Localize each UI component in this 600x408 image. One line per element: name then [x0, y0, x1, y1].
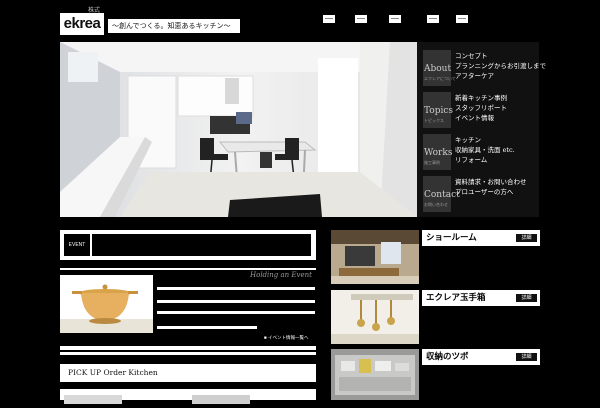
top-nav-item-2[interactable] [355, 15, 367, 23]
showroom-photo[interactable] [331, 230, 419, 284]
storage-tips-header[interactable]: 収納のツボ 詳細 [422, 349, 540, 365]
menu-link[interactable]: キッチン [455, 135, 515, 145]
menu-item-works[interactable]: Works 施工事例 キッチン 収納家具・洗面 etc. リフォーム [417, 132, 539, 172]
hero-kitchen-photo [60, 42, 417, 217]
menu-item-contact[interactable]: Contact お問い合わせ 資料請求・お問い合わせ プロユーザーの方へ [417, 174, 539, 214]
event-list-link[interactable]: ■ イベント情報一覧へ [264, 335, 308, 341]
pickup-heading: PICK UP Order Kitchen [68, 368, 158, 377]
menu-link[interactable]: 収納家具・洗面 etc. [455, 145, 515, 155]
tamatebako-photo[interactable] [331, 290, 419, 344]
menu-label: Topics [424, 106, 454, 116]
storage-tips-title: 収納のツボ [426, 352, 469, 362]
menu-link[interactable]: リフォーム [455, 155, 515, 165]
top-nav-item-5[interactable] [456, 15, 468, 23]
menu-item-about[interactable]: About エクレアについて コンセプト プランニングからお引渡しまで アフター… [417, 48, 546, 88]
tamatebako-title: エクレア玉手箱 [426, 293, 486, 303]
storage-tips-photo[interactable] [331, 349, 419, 403]
detail-button[interactable]: 詳細 [516, 353, 537, 361]
menu-label: Works [424, 148, 453, 158]
top-nav-item-3[interactable] [389, 15, 401, 23]
menu-link[interactable]: プロユーザーの方へ [455, 187, 527, 197]
event-label: EVENT [64, 234, 90, 256]
menu-tile: Works 施工事例 [423, 134, 453, 170]
menu-sublabel: エクレアについて [424, 76, 456, 81]
event-text-line [157, 311, 315, 314]
top-nav-item-1[interactable] [323, 15, 335, 23]
menu-link[interactable]: プランニングからお引渡しまで [455, 61, 546, 71]
menu-label: About [424, 64, 452, 74]
event-text-line [157, 300, 315, 303]
site-logo[interactable]: ekrea [60, 13, 104, 35]
menu-link[interactable]: イベント情報 [455, 113, 507, 123]
event-title-box [92, 234, 311, 256]
menu-link[interactable]: アフターケア [455, 71, 546, 81]
menu-sublabel: お問い合わせ [424, 202, 448, 207]
divider [60, 352, 316, 355]
showroom-title: ショールーム [426, 233, 477, 243]
divider [60, 268, 316, 270]
event-photo[interactable] [60, 275, 153, 333]
divider [60, 346, 316, 350]
detail-button[interactable]: 詳細 [516, 234, 537, 242]
menu-link[interactable]: 資料請求・お問い合わせ [455, 177, 527, 187]
site-tagline: ～創んでつくる。知恵あるキッチン～ [108, 19, 240, 33]
detail-button[interactable]: 詳細 [516, 294, 537, 302]
site-menu: About エクレアについて コンセプト プランニングからお引渡しまで アフター… [417, 42, 546, 217]
event-text-line [157, 287, 315, 290]
menu-link[interactable]: スタッフリポート [455, 103, 507, 113]
menu-sublabel: トピックス [424, 118, 444, 123]
menu-link[interactable]: コンセプト [455, 51, 546, 61]
tamatebako-header[interactable]: エクレア玉手箱 詳細 [422, 290, 540, 306]
menu-item-topics[interactable]: Topics トピックス 新着キッチン事例 スタッフリポート イベント情報 [417, 90, 539, 130]
menu-tile: Topics トピックス [423, 92, 454, 128]
menu-sublabel: 施工事例 [424, 160, 440, 165]
pickup-thumbnail-row[interactable] [60, 389, 316, 404]
menu-tile: Contact お問い合わせ [423, 176, 460, 212]
top-nav-item-4[interactable] [427, 15, 439, 23]
event-text-line [157, 326, 257, 329]
holding-event-heading: Holding an Event [250, 271, 312, 279]
menu-tile: About エクレアについて [423, 50, 456, 86]
menu-link[interactable]: 新着キッチン事例 [455, 93, 507, 103]
showroom-header[interactable]: ショールーム 詳細 [422, 230, 540, 246]
